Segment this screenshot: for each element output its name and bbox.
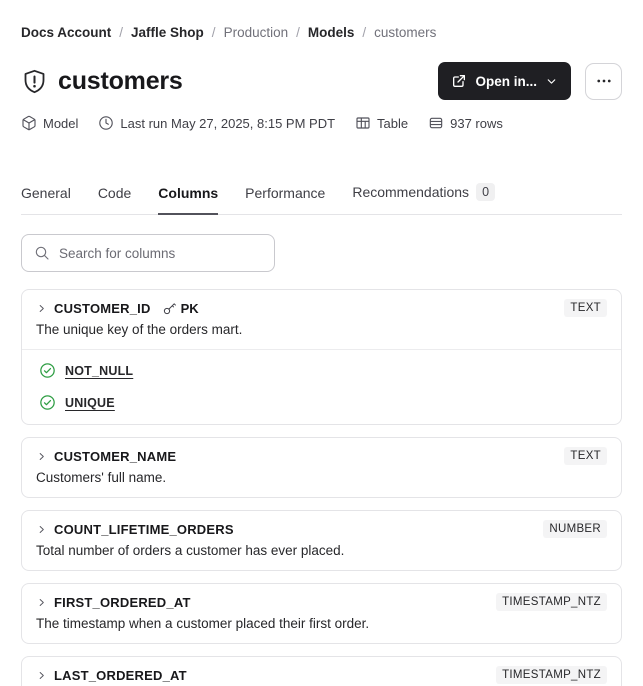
column-type-badge: TEXT (564, 299, 607, 317)
test-link[interactable]: UNIQUE (65, 396, 115, 410)
test-link[interactable]: NOT_NULL (65, 364, 133, 378)
cube-icon (21, 115, 37, 131)
meta-label: Table (377, 115, 409, 131)
ellipsis-icon (595, 72, 613, 90)
column-card: CUSTOMER_NAME TEXT Customers' full name. (21, 437, 622, 498)
tab-columns[interactable]: Columns (158, 185, 219, 215)
breadcrumb-separator: / (119, 25, 124, 40)
clock-icon (98, 115, 114, 131)
more-options-button[interactable] (585, 62, 622, 100)
column-card: FIRST_ORDERED_AT TIMESTAMP_NTZ The times… (21, 583, 622, 644)
primary-key-label: PK (180, 300, 199, 316)
column-name: CUSTOMER_NAME (54, 448, 177, 464)
page-header: customers Open in... (21, 59, 622, 103)
key-icon (162, 301, 177, 316)
tests-section: NOT_NULL UNIQUE (22, 349, 621, 424)
meta-row: Model Last run May 27, 2025, 8:15 PM PDT… (21, 115, 622, 131)
expand-chevron-icon[interactable] (36, 451, 47, 462)
test-row: NOT_NULL (39, 362, 607, 379)
column-name: CUSTOMER_ID (54, 300, 151, 316)
tab-general[interactable]: General (21, 185, 71, 215)
breadcrumb-item[interactable]: Production (224, 25, 289, 40)
column-card: COUNT_LIFETIME_ORDERS NUMBER Total numbe… (21, 510, 622, 571)
open-in-label: Open in... (475, 73, 537, 89)
column-name: COUNT_LIFETIME_ORDERS (54, 521, 234, 537)
tab-count-badge: 0 (476, 183, 496, 201)
column-description: The unique key of the orders mart. (36, 322, 243, 337)
table-icon (355, 115, 371, 131)
shield-exclamation-icon (21, 68, 48, 95)
breadcrumb-item[interactable]: customers (374, 25, 436, 40)
column-type-badge: NUMBER (543, 520, 607, 538)
expand-chevron-icon[interactable] (36, 670, 47, 681)
expand-chevron-icon[interactable] (36, 597, 47, 608)
page-title: customers (58, 66, 183, 95)
meta-item: 937 rows (428, 115, 503, 131)
rows-stack-icon (428, 115, 444, 131)
column-type-badge: TIMESTAMP_NTZ (496, 593, 607, 611)
search-icon (34, 245, 50, 261)
breadcrumb-separator: / (296, 25, 300, 40)
breadcrumb-item[interactable]: Jaffle Shop (131, 25, 204, 40)
tab-bar: General Code Columns Performance Recomme… (21, 183, 622, 215)
tab-code[interactable]: Code (98, 185, 131, 215)
expand-chevron-icon[interactable] (36, 524, 47, 535)
tab-performance[interactable]: Performance (245, 185, 325, 215)
meta-label: Last run May 27, 2025, 8:15 PM PDT (120, 115, 336, 131)
title-group: customers (21, 67, 183, 96)
meta-item: Table (355, 115, 408, 131)
columns-list: CUSTOMER_ID PK TEXT The unique key of th… (21, 289, 622, 686)
column-card: LAST_ORDERED_AT TIMESTAMP_NTZ The timest… (21, 656, 622, 686)
header-actions: Open in... (438, 62, 622, 100)
search-box (21, 234, 275, 272)
column-card-header: CUSTOMER_NAME TEXT Customers' full name. (22, 438, 621, 497)
column-description: Customers' full name. (36, 470, 167, 485)
column-type-badge: TEXT (564, 447, 607, 465)
column-card-header: CUSTOMER_ID PK TEXT The unique key of th… (22, 290, 621, 349)
external-link-icon (451, 73, 467, 89)
check-circle-icon (39, 362, 56, 379)
test-row: UNIQUE (39, 394, 607, 411)
expand-chevron-icon[interactable] (36, 303, 47, 314)
meta-label: Model (43, 115, 79, 131)
search-input[interactable] (59, 245, 262, 261)
column-name: FIRST_ORDERED_AT (54, 594, 191, 610)
column-name: LAST_ORDERED_AT (54, 667, 187, 683)
tab-recommendations[interactable]: Recommendations 0 (352, 183, 496, 215)
meta-item: Last run May 27, 2025, 8:15 PM PDT (98, 115, 335, 131)
breadcrumb: Docs Account / Jaffle Shop / Production / Mode… (21, 25, 622, 40)
meta-label: 937 rows (450, 115, 503, 131)
column-type-badge: TIMESTAMP_NTZ (496, 666, 607, 684)
column-card-header: FIRST_ORDERED_AT TIMESTAMP_NTZ The times… (22, 584, 621, 643)
model-detail-page: Docs Account / Jaffle Shop / Production / Mode… (0, 0, 643, 686)
open-in-button[interactable]: Open in... (438, 62, 571, 100)
breadcrumb-separator: / (362, 25, 367, 40)
chevron-down-icon (545, 75, 558, 88)
column-card: CUSTOMER_ID PK TEXT The unique key of th… (21, 289, 622, 425)
primary-key-group: PK (162, 301, 199, 316)
column-card-header: COUNT_LIFETIME_ORDERS NUMBER Total numbe… (22, 511, 621, 570)
breadcrumb-item[interactable]: Docs Account (21, 25, 111, 40)
column-card-header: LAST_ORDERED_AT TIMESTAMP_NTZ The timest… (22, 657, 621, 686)
column-description: The timestamp when a customer placed the… (36, 616, 370, 631)
breadcrumb-separator: / (211, 25, 216, 40)
check-circle-icon (39, 394, 56, 411)
column-description: Total number of orders a customer has ev… (36, 543, 345, 558)
breadcrumb-item[interactable]: Models (308, 25, 355, 40)
meta-item: Model (21, 115, 78, 131)
